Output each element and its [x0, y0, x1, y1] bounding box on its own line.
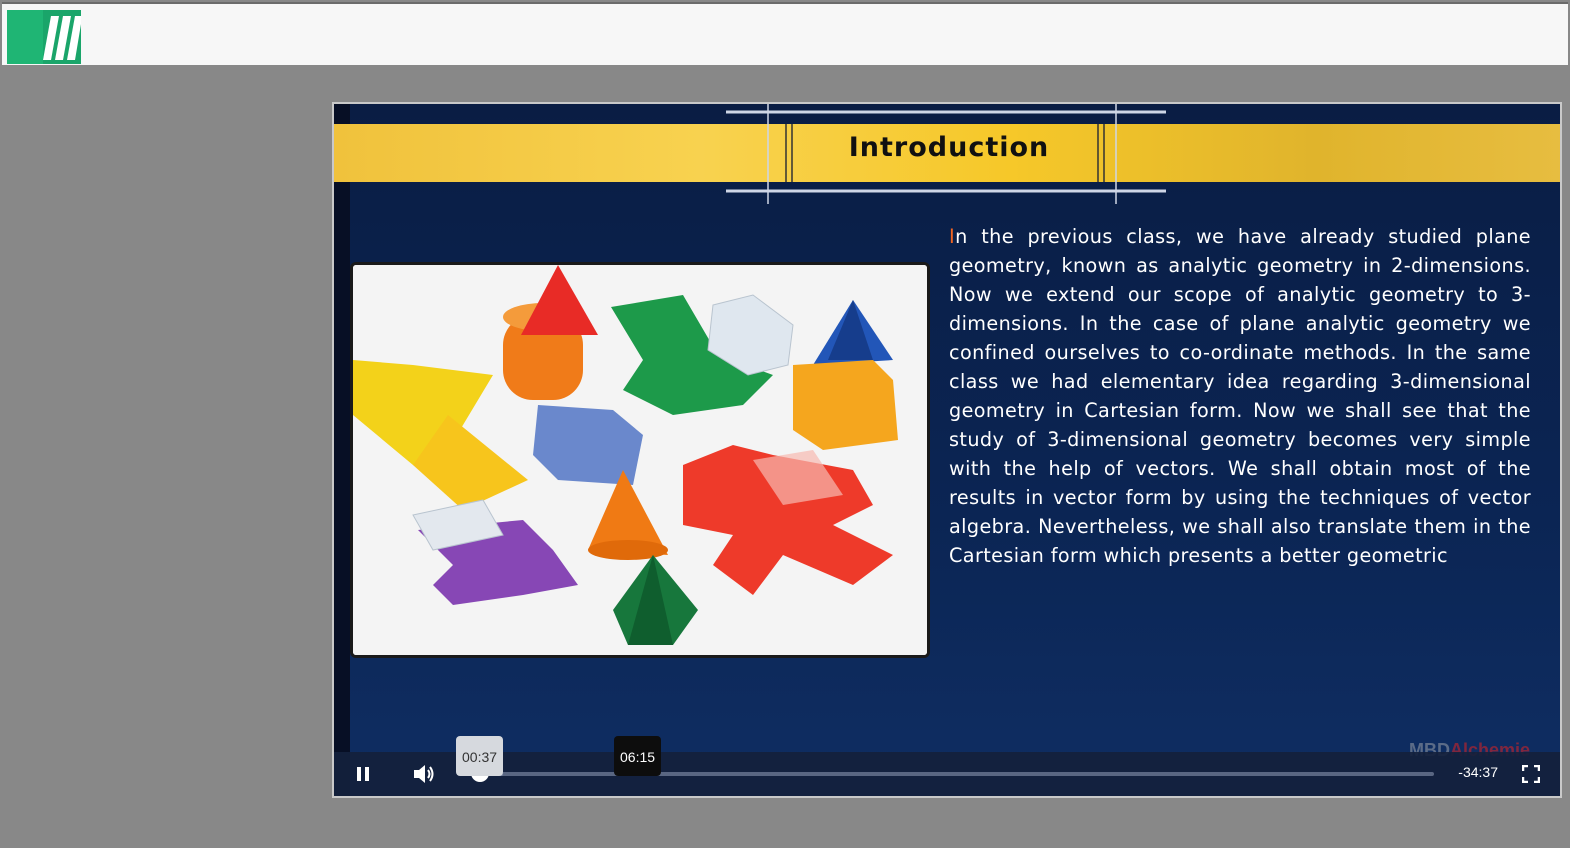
top-bar	[2, 2, 1568, 65]
pause-button[interactable]	[346, 752, 380, 796]
volume-icon	[414, 765, 434, 783]
volume-button[interactable]	[404, 752, 444, 796]
pause-icon	[357, 767, 369, 781]
player-controls: -34:37	[334, 752, 1560, 796]
video-player[interactable]: Introduction In the previous class, we h…	[332, 102, 1562, 798]
slide-title: Introduction	[848, 132, 1050, 163]
fullscreen-button[interactable]	[1516, 752, 1546, 796]
fullscreen-icon	[1522, 765, 1540, 783]
slide-body-text: In the previous class, we have already s…	[949, 222, 1531, 582]
hover-time-tooltip: 06:15	[614, 736, 662, 776]
remaining-time: -34:37	[1458, 764, 1498, 780]
current-time-tooltip: 00:37	[456, 736, 504, 776]
brand-logo-icon[interactable]	[7, 10, 81, 64]
progress-bar[interactable]	[464, 764, 1434, 782]
slide-paragraph: n the previous class, we have already st…	[949, 225, 1531, 567]
video-frame: Introduction In the previous class, we h…	[334, 104, 1560, 796]
geometric-solids-photo	[350, 262, 930, 658]
